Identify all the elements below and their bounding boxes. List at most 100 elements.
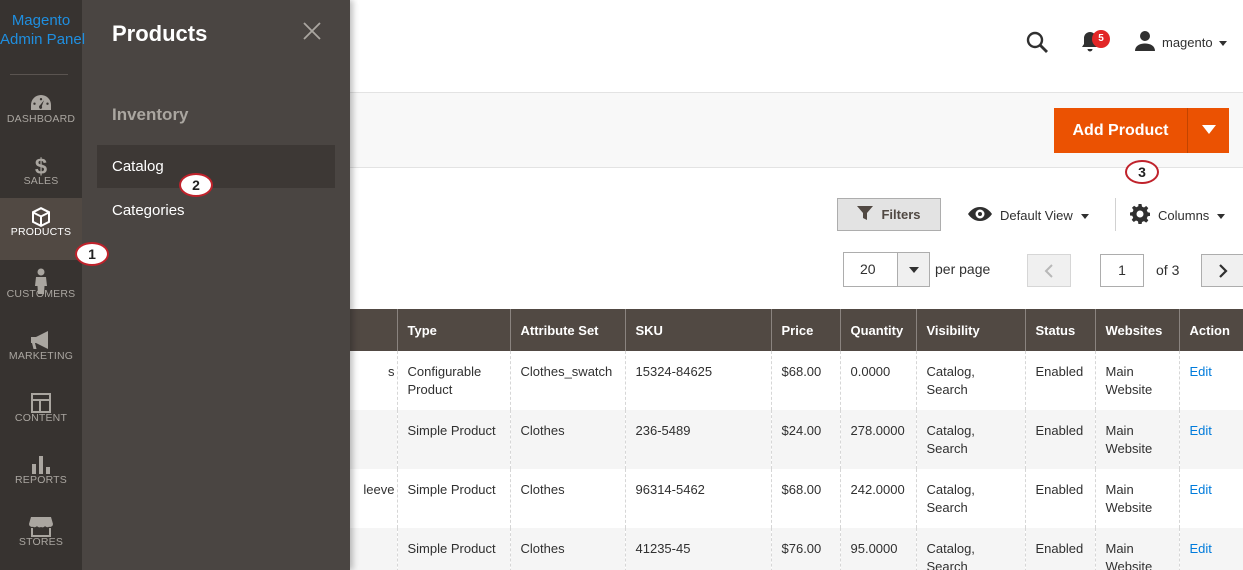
cell-price: $68.00 [770,469,840,528]
cell-sku: 15324-84625 [624,351,771,410]
columns-label: Columns [1158,207,1210,223]
bar-chart-icon [0,446,82,474]
filters-button[interactable]: Filters [837,198,941,231]
user-menu[interactable]: magento [1134,30,1227,54]
per-page-dropdown-toggle[interactable] [897,253,929,286]
cell-attribute-set: Clothes [509,528,625,570]
page-actions-bar: Add Product [350,92,1243,168]
columns-dropdown[interactable]: Columns [1130,203,1226,227]
per-page-select[interactable]: 20 [843,252,930,287]
next-page-button[interactable] [1201,254,1243,287]
nav-item-content[interactable]: CONTENT [0,384,82,446]
cell-visibility: Catalog, Search [915,351,1025,410]
cell-price: $76.00 [770,528,840,570]
cell-quantity: 95.0000 [839,528,916,570]
cell-quantity: 278.0000 [839,410,916,469]
gear-icon [1130,203,1151,227]
cell-websites: Main Website [1094,469,1179,528]
add-product-split-toggle[interactable] [1187,108,1229,153]
cell-attribute-set: Clothes_swatch [509,351,625,410]
box-icon [0,198,82,227]
add-product-button[interactable]: Add Product [1054,108,1187,153]
filter-icon [857,205,874,224]
nav-item-customers[interactable]: CUSTOMERS [0,260,82,322]
column-header-price[interactable]: Price [770,309,840,351]
chevron-down-icon [1080,208,1089,223]
nav-item-dashboard[interactable]: DASHBOARD [0,85,82,147]
nav-item-marketing[interactable]: MARKETING [0,322,82,384]
column-header-visibility[interactable]: Visibility [915,309,1025,351]
column-header-sku[interactable]: SKU [624,309,771,351]
cell-name: s [350,351,397,410]
cell-type: Simple Product [396,528,510,570]
view-label: Default View [1000,207,1073,223]
column-header-name[interactable] [350,309,397,351]
page-number-input[interactable]: 1 [1100,254,1144,287]
cell-type: Simple Product [396,469,510,528]
nav-label: SALES [23,175,59,187]
svg-text:$: $ [35,155,47,177]
edit-link[interactable]: Edit [1178,469,1243,528]
megaphone-icon [0,322,82,350]
cell-status: Enabled [1024,528,1095,570]
column-header-websites[interactable]: Websites [1094,309,1179,351]
cell-quantity: 242.0000 [839,469,916,528]
cell-type: Configurable Product [396,351,510,410]
column-header-attribute-set[interactable]: Attribute Set [509,309,625,351]
nav-item-products[interactable]: PRODUCTS [0,198,82,260]
grid-header-row: Type Attribute Set SKU Price Quantity Vi… [350,309,1243,351]
table-row[interactable]: leeve Simple Product Clothes 96314-5462 … [350,469,1243,528]
products-grid: Type Attribute Set SKU Price Quantity Vi… [350,309,1243,570]
admin-page: Magento Admin Panel DASHBOARD $ SALES PR… [0,0,1243,570]
cell-websites: Main Website [1094,410,1179,469]
nav-item-reports[interactable]: REPORTS [0,446,82,508]
admin-logo[interactable]: Magento Admin Panel [0,0,85,75]
products-flyout-menu: Products Inventory Catalog Categories [82,0,350,570]
flyout-title: Products [112,21,208,46]
previous-page-button[interactable] [1027,254,1071,287]
admin-header: 5 magento [350,0,1243,92]
edit-link[interactable]: Edit [1178,528,1243,570]
notifications-badge: 5 [1092,30,1110,48]
chevron-down-icon [1218,35,1227,50]
table-row[interactable]: s Configurable Product Clothes_swatch 15… [350,351,1243,410]
column-header-status[interactable]: Status [1024,309,1095,351]
edit-link[interactable]: Edit [1178,410,1243,469]
cell-attribute-set: Clothes [509,410,625,469]
default-view-dropdown[interactable]: Default View [968,203,1089,227]
per-page-label: per page [935,261,991,277]
chevron-down-icon [1217,208,1226,223]
cell-status: Enabled [1024,469,1095,528]
callout-2: 2 [179,173,213,197]
column-header-action: Action [1178,309,1243,351]
nav-label: PRODUCTS [10,226,72,238]
close-icon[interactable] [302,21,324,43]
cell-price: $24.00 [770,410,840,469]
column-header-type[interactable]: Type [396,309,510,351]
flyout-item-catalog[interactable]: Catalog [97,145,335,188]
search-icon[interactable] [1025,30,1049,59]
edit-link[interactable]: Edit [1178,351,1243,410]
nav-label: REPORTS [15,474,67,486]
cell-type: Simple Product [396,410,510,469]
nav-label: STORES [18,536,64,548]
nav-item-stores[interactable]: STORES [0,508,82,570]
cell-status: Enabled [1024,410,1095,469]
flyout-item-categories[interactable]: Categories [97,189,335,232]
flyout-section-inventory: Inventory [112,105,189,124]
cell-name [350,528,397,570]
admin-sidebar: Magento Admin Panel DASHBOARD $ SALES PR… [0,0,85,570]
cell-price: $68.00 [770,351,840,410]
table-row[interactable]: Simple Product Clothes 41235-45 $76.00 9… [350,528,1243,570]
column-header-quantity[interactable]: Quantity [839,309,916,351]
cell-visibility: Catalog, Search [915,469,1025,528]
callout-3: 3 [1125,160,1159,184]
logo-line-1: Magento [11,12,71,29]
layout-icon [0,384,82,413]
callout-1: 1 [75,242,109,266]
store-icon [0,508,82,537]
nav-label: MARKETING [8,350,74,362]
cell-status: Enabled [1024,351,1095,410]
per-page-value: 20 [860,261,876,277]
table-row[interactable]: Simple Product Clothes 236-5489 $24.00 2… [350,410,1243,469]
